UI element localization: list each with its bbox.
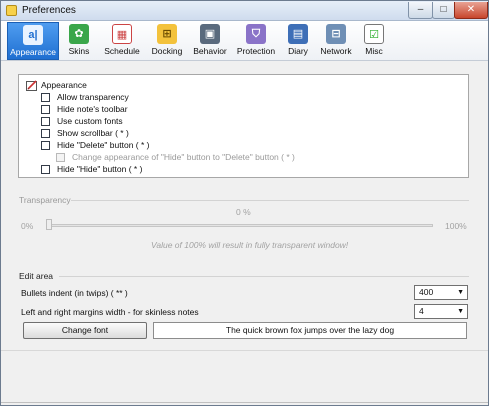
margins-width-label: Left and right margins width - for skinl… <box>21 307 199 317</box>
behavior-icon: ▣ <box>200 24 220 44</box>
skins-icon: ✿ <box>69 24 89 44</box>
preferences-window: Preferences – □ ✕ a| Appearance ✿ Skins … <box>0 0 489 406</box>
bottom-separator <box>1 350 488 351</box>
option-label: Use custom fonts <box>57 116 123 126</box>
tab-label: Behavior <box>193 46 227 56</box>
tab-appearance[interactable]: a| Appearance <box>7 22 59 60</box>
bullets-indent-value: 400 <box>419 287 434 297</box>
edit-area-title: Edit area <box>19 271 54 281</box>
network-icon: ⊟ <box>326 24 346 44</box>
margins-width-value: 4 <box>419 306 424 316</box>
pencil-ruler-icon <box>26 80 37 91</box>
maximize-button[interactable]: □ <box>432 2 455 19</box>
edit-area-separator <box>59 276 469 277</box>
transparency-max-label: 100% <box>445 221 467 231</box>
tab-misc[interactable]: ☑ Misc <box>359 22 389 60</box>
transparency-slider-track[interactable] <box>47 224 433 227</box>
tab-diary[interactable]: ▤ Diary <box>283 22 313 60</box>
transparency-min-label: 0% <box>21 221 34 231</box>
checkbox[interactable] <box>41 141 50 150</box>
tab-network[interactable]: ⊟ Network <box>318 22 354 60</box>
minimize-button[interactable]: – <box>408 2 433 19</box>
checkbox-disabled <box>56 153 65 162</box>
window-title: Preferences <box>22 5 76 16</box>
preferences-toolbar: a| Appearance ✿ Skins ▦ Schedule ⊞ Docki… <box>1 21 488 61</box>
checkbox[interactable] <box>41 117 50 126</box>
transparency-hint: Value of 100% will result in fully trans… <box>151 240 349 250</box>
tab-skins[interactable]: ✿ Skins <box>62 22 96 60</box>
tab-behavior[interactable]: ▣ Behavior <box>190 22 230 60</box>
tab-label: Protection <box>236 46 276 56</box>
option-label: Hide "Delete" button ( * ) <box>57 140 150 150</box>
option-label: Change appearance of "Hide" button to "D… <box>72 152 295 162</box>
docking-icon: ⊞ <box>157 24 177 44</box>
tab-docking[interactable]: ⊞ Docking <box>148 22 186 60</box>
appearance-root-label: Appearance <box>41 80 87 90</box>
transparency-title: Transparency <box>19 195 71 205</box>
diary-icon: ▤ <box>288 24 308 44</box>
protection-icon: ⛉ <box>246 24 266 44</box>
schedule-icon: ▦ <box>112 24 132 44</box>
checkbox[interactable] <box>41 105 50 114</box>
tab-label: Network <box>320 46 352 56</box>
tab-label: Schedule <box>104 46 140 56</box>
appearance-options-panel: Appearance Allow transparency Hide note'… <box>18 74 469 178</box>
title-bar: Preferences – □ ✕ <box>1 1 488 21</box>
transparency-slider-thumb[interactable] <box>46 219 52 230</box>
status-separator <box>1 402 488 403</box>
checkbox[interactable] <box>41 93 50 102</box>
checkbox[interactable] <box>41 165 50 174</box>
option-label: Hide note's toolbar <box>57 104 128 114</box>
tab-label: Diary <box>288 46 308 56</box>
tab-label: Misc <box>365 46 383 56</box>
tab-label: Docking <box>151 46 183 56</box>
chevron-down-icon: ▼ <box>457 308 464 315</box>
tab-protection[interactable]: ⛉ Protection <box>234 22 278 60</box>
app-icon <box>6 5 17 16</box>
transparency-value: 0 % <box>236 207 251 217</box>
option-label: Show scrollbar ( * ) <box>57 128 129 138</box>
close-button[interactable]: ✕ <box>454 2 488 19</box>
option-label: Hide "Hide" button ( * ) <box>57 164 143 174</box>
checkbox[interactable] <box>41 129 50 138</box>
misc-icon: ☑ <box>364 24 384 44</box>
option-label: Allow transparency <box>57 92 129 102</box>
appearance-icon: a| <box>23 25 43 45</box>
font-preview: The quick brown fox jumps over the lazy … <box>153 322 467 339</box>
tab-label: Appearance <box>10 47 56 57</box>
bullets-indent-select[interactable]: 400 ▼ <box>414 285 468 300</box>
tab-label: Skins <box>68 46 90 56</box>
chevron-down-icon: ▼ <box>457 289 464 296</box>
transparency-separator <box>71 200 469 201</box>
margins-width-select[interactable]: 4 ▼ <box>414 304 468 319</box>
bullets-indent-label: Bullets indent (in twips) ( ** ) <box>21 288 128 298</box>
change-font-button[interactable]: Change font <box>23 322 147 339</box>
tab-schedule[interactable]: ▦ Schedule <box>101 22 143 60</box>
